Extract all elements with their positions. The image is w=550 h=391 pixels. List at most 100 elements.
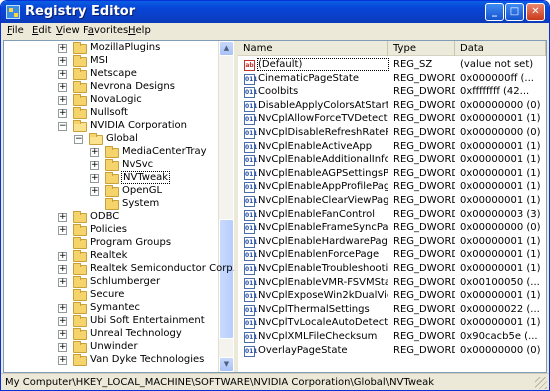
tree-item[interactable]: + Symantec (4, 302, 216, 315)
expand-icon[interactable]: + (58, 265, 67, 274)
expand-icon[interactable]: + (58, 70, 67, 79)
tree-item[interactable]: + NovaLogic (4, 94, 216, 107)
expand-icon[interactable]: + (58, 96, 67, 105)
minimize-button[interactable]: _ (485, 3, 504, 21)
value-row[interactable]: 011 CinematicPageState REG_DWORD 0x000000ff… (238, 73, 546, 86)
value-row[interactable]: 011 NvCplEnableHardwarePage REG_DWORD 0x000… (238, 236, 546, 249)
value-row[interactable]: 011 DisableApplyColorsAtStartup REG_DWORD 0… (238, 100, 546, 113)
expand-icon[interactable]: + (58, 278, 67, 287)
value-data: 0x00100050 (... (460, 276, 540, 288)
expand-icon[interactable]: + (58, 330, 67, 339)
expand-icon[interactable]: + (58, 83, 67, 92)
registry-values-list[interactable]: Name Type Data ab (Default) REG_SZ (value n… (238, 41, 546, 372)
expand-icon[interactable]: + (90, 148, 99, 157)
tree-item[interactable]: + Van Dyke Technologies (4, 354, 216, 367)
resize-grip-icon[interactable] (535, 377, 547, 389)
tree-item[interactable]: + Realtek Semiconductor Corp. (4, 263, 234, 276)
tree-item[interactable]: Program Groups (4, 237, 216, 250)
tree-item[interactable]: + Unwinder (4, 341, 216, 354)
collapse-icon[interactable]: − (58, 122, 67, 131)
value-data: 0x00000001 (1) (460, 154, 541, 166)
menu-help[interactable]: Help (128, 25, 151, 36)
value-row[interactable]: ab (Default) REG_SZ (value not set) (238, 58, 546, 72)
tree-item[interactable]: + Nullsoft (4, 107, 216, 120)
scroll-up-arrow-icon[interactable]: ▲ (219, 41, 234, 56)
expand-icon[interactable]: + (58, 343, 67, 352)
tree-item[interactable]: + MozillaPlugins (4, 42, 216, 55)
close-button[interactable]: ✕ (526, 3, 545, 21)
expand-icon[interactable]: + (90, 161, 99, 170)
tree-item[interactable]: − Global (4, 133, 216, 146)
value-row[interactable]: 011NvCplEnableTroubleshootingPage REG_DWO… (238, 263, 546, 276)
tree-item[interactable]: + Schlumberger (4, 276, 216, 289)
value-row[interactable]: 011 NvCplEnableVMR-FSVMState REG_DWORD 0x00… (238, 277, 546, 290)
value-row[interactable]: 011NvCplAllowForceTVDetection REG_DWORD 0x… (238, 113, 546, 126)
column-data[interactable]: Data (455, 41, 546, 56)
expand-icon[interactable]: + (58, 109, 67, 118)
menu-file[interactable]: File (7, 25, 24, 36)
tree-item[interactable]: System (4, 198, 216, 211)
value-row[interactable]: 011 NvCplXMLFileChecksum REG_DWORD 0x90cacb… (238, 331, 546, 344)
tree-item[interactable]: + MediaCenterTray (4, 146, 216, 159)
menu-view[interactable]: View (56, 25, 80, 36)
value-name: DisableApplyColorsAtStartup (258, 99, 388, 111)
status-path: My Computer\HKEY_LOCAL_MACHINE\SOFTWARE\… (5, 377, 435, 388)
expand-icon[interactable]: + (58, 57, 67, 66)
tree-item[interactable]: + MSI (4, 55, 216, 68)
expand-icon[interactable]: + (58, 252, 67, 261)
expand-icon[interactable]: + (58, 356, 67, 365)
value-row[interactable]: 011 NvCplEnableAppProfilePage REG_DWORD 0x0… (238, 181, 546, 194)
tree-scroll-thumb[interactable] (219, 219, 234, 339)
binary-value-icon: 011 (244, 209, 258, 221)
value-data: 0x00000001 (1) (460, 113, 541, 125)
value-row[interactable]: 011NvCplEnableAdditionalInfoPage REG_DWOR… (238, 154, 546, 167)
value-data: 0x00000003 (3) (460, 208, 541, 220)
tree-item[interactable]: + Unreal Technology (4, 328, 216, 341)
tree-item[interactable]: + Realtek (4, 250, 216, 263)
value-row[interactable]: 011NvCplDisableRefreshRatePage REG_DWORD 0… (238, 127, 546, 140)
title-bar[interactable]: Registry Editor _ □ ✕ (1, 1, 549, 23)
menu-favorites[interactable]: Favorites (83, 25, 128, 36)
tree-vertical-scrollbar[interactable]: ▲ ▼ (218, 41, 234, 372)
value-row[interactable]: 011 NvCplEnableActiveApp REG_DWORD 0x000000… (238, 141, 546, 154)
scroll-down-arrow-icon[interactable]: ▼ (219, 357, 234, 372)
collapse-icon[interactable]: − (74, 135, 83, 144)
tree-item[interactable]: + Policies (4, 224, 216, 237)
expand-icon[interactable]: + (90, 174, 99, 183)
expand-icon[interactable]: + (58, 226, 67, 235)
value-type: REG_DWORD (393, 208, 455, 220)
value-row[interactable]: 011 NvCplEnablenForcePage REG_DWORD 0x00000… (238, 249, 546, 262)
tree-item[interactable]: + Nevrona Designs (4, 81, 216, 94)
value-row[interactable]: 011 Coolbits REG_DWORD 0xffffffff (42... (238, 86, 546, 99)
value-row[interactable]: 011 NvCplEnableClearViewPage REG_DWORD 0x00… (238, 195, 546, 208)
value-type: REG_DWORD (393, 167, 455, 179)
value-row[interactable]: 011 NvCplEnableFrameSyncPage REG_DWORD 0x00… (238, 222, 546, 235)
column-type[interactable]: Type (388, 41, 455, 56)
value-row[interactable]: 011 NvCplExposeWin2kDualView REG_DWORD 0x00… (238, 290, 546, 303)
tree-item[interactable]: + Ubi Soft Entertainment (4, 315, 216, 328)
expand-icon[interactable]: + (58, 44, 67, 53)
maximize-button[interactable]: □ (505, 3, 524, 21)
value-row[interactable]: 011NvCplEnableAGPSettingsPage REG_DWORD 0x… (238, 168, 546, 181)
tree-item[interactable]: Secure (4, 289, 216, 302)
tree-item[interactable]: + Netscape (4, 68, 216, 81)
status-bar: My Computer\HKEY_LOCAL_MACHINE\SOFTWARE\… (1, 373, 549, 390)
value-row[interactable]: 011 NvCplThermalSettings REG_DWORD 0x000000… (238, 304, 546, 317)
tree-item[interactable]: + NVTweak (4, 171, 216, 185)
tree-item[interactable]: − NVIDIA Corporation (4, 120, 216, 133)
folder-icon (89, 133, 103, 145)
menu-edit[interactable]: Edit (32, 25, 51, 36)
tree-item[interactable]: + NvSvc (4, 159, 216, 172)
tree-item[interactable]: + ODBC (4, 211, 216, 224)
binary-value-icon: 011 (244, 250, 258, 262)
registry-key-tree[interactable]: ▲ ▼ + MozillaPlugins + MSI + Netscape + Nevrona… (4, 41, 234, 372)
expand-icon[interactable]: + (58, 317, 67, 326)
value-row[interactable]: 011 NvCplEnableFanControl REG_DWORD 0x00000… (238, 209, 546, 222)
value-row[interactable]: 011 OverlayPageState REG_DWORD 0x00000000 (… (238, 345, 546, 358)
column-name[interactable]: Name (238, 41, 388, 56)
expand-icon[interactable]: + (58, 304, 67, 313)
expand-icon[interactable]: + (58, 213, 67, 222)
tree-item[interactable]: + OpenGL (4, 185, 216, 198)
expand-icon[interactable]: + (90, 187, 99, 196)
value-row[interactable]: 011 NvCplTvLocaleAutoDetect REG_DWORD 0x000… (238, 317, 546, 330)
